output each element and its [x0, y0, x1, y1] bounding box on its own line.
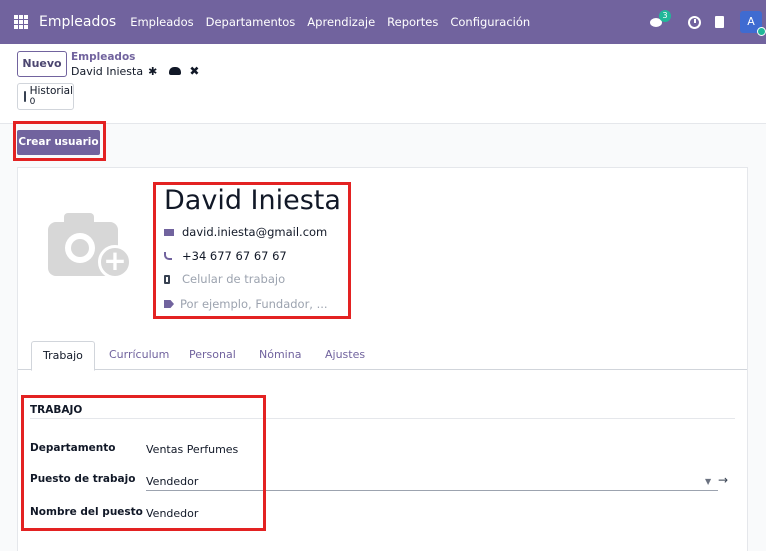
online-status-icon [757, 27, 766, 36]
tab-personal[interactable]: Personal [189, 348, 236, 361]
tab-ajustes[interactable]: Ajustes [325, 348, 365, 361]
breadcrumb-empleados[interactable]: Empleados [71, 51, 135, 63]
menu-item-aprendizaje[interactable]: Aprendizaje [307, 15, 375, 29]
apps-grid-icon[interactable] [14, 15, 28, 29]
top-navbar: Empleados Empleados Departamentos Aprend… [0, 0, 766, 44]
document-icon[interactable] [715, 16, 724, 28]
menu-item-empleados[interactable]: Empleados [130, 15, 193, 29]
camera-lens [65, 233, 95, 263]
menu-item-reportes[interactable]: Reportes [387, 15, 438, 29]
tab-trabajo[interactable]: Trabajo [31, 341, 95, 371]
history-text: Historial 0 [30, 86, 73, 107]
highlight-create-user [13, 121, 106, 161]
highlight-contact-info [153, 182, 351, 319]
user-avatar[interactable]: A [740, 11, 766, 36]
navbar-systray: 3 A [650, 0, 766, 44]
internal-link-arrow-icon[interactable]: → [718, 473, 728, 487]
chat-badge: 3 [659, 10, 671, 22]
add-photo-icon: + [98, 245, 132, 279]
record-name: David Iniesta [71, 64, 144, 78]
tab-nomina[interactable]: Nómina [259, 348, 301, 361]
discard-icon[interactable]: ✖ [189, 64, 199, 78]
history-count: 0 [29, 97, 36, 107]
clock-icon[interactable] [688, 15, 701, 29]
form-tabs: Trabajo Currículum Personal Nómina Ajust… [18, 338, 747, 371]
history-button[interactable]: Historial 0 [17, 83, 74, 110]
employee-photo-placeholder[interactable]: + [48, 210, 132, 280]
chat-icon[interactable]: 3 [650, 10, 672, 29]
avatar-initial: A [747, 15, 755, 28]
record-title-line: David Iniesta ✱ ✖ [71, 64, 199, 78]
status-bar: Crear usuario [0, 124, 766, 164]
menu-item-configuracion[interactable]: Configuración [450, 15, 530, 29]
menu-item-departamentos[interactable]: Departamentos [206, 15, 296, 29]
cloud-upload-icon[interactable] [169, 67, 182, 75]
app-brand[interactable]: Empleados [39, 14, 116, 30]
user-card-icon [24, 91, 26, 102]
new-button[interactable]: Nuevo [17, 51, 67, 77]
history-label: Historial [29, 85, 73, 97]
dropdown-caret-icon[interactable]: ▼ [705, 477, 711, 486]
highlight-work-section [21, 395, 266, 531]
control-panel: Nuevo Empleados David Iniesta ✱ ✖ Histor… [0, 44, 766, 124]
tab-curriculum[interactable]: Currículum [109, 348, 169, 361]
main-menu: Empleados Departamentos Aprendizaje Repo… [130, 15, 542, 29]
gear-icon[interactable]: ✱ [148, 65, 157, 78]
